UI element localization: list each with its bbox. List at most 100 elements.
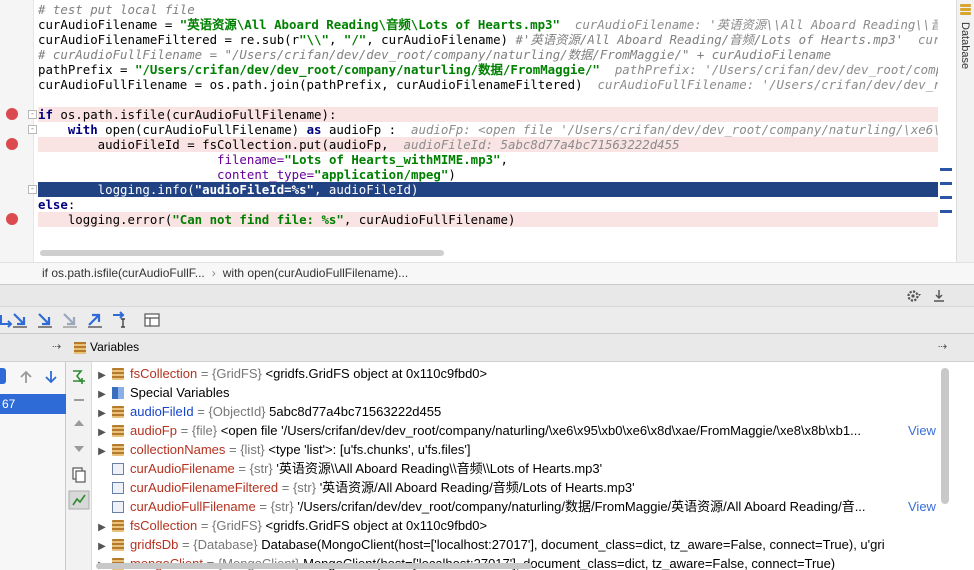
code-line[interactable]: content_type="application/mpeg") <box>38 167 938 182</box>
frames-panel: ⇢ 67 <box>0 334 66 570</box>
selected-frame[interactable]: 67 <box>0 394 66 414</box>
arrow-down-icon[interactable] <box>44 370 58 384</box>
editor-gutter[interactable]: - - - <box>0 0 37 262</box>
breakpoint-icon[interactable] <box>6 108 18 120</box>
expand-arrow-icon[interactable]: ▶ <box>92 404 112 421</box>
run-to-cursor-icon[interactable] <box>111 311 129 329</box>
code-line[interactable]: if os.path.isfile(curAudioFullFilename): <box>38 107 938 122</box>
variable-row[interactable]: curAudioFilenameFiltered = {str} '英语资源/A… <box>92 478 940 497</box>
code-token: curAudioFilename = <box>38 17 180 32</box>
arrow-up-icon[interactable] <box>19 370 33 384</box>
code-line[interactable]: audioFileId = fsCollection.put(audioFp, … <box>38 137 938 152</box>
variable-row[interactable]: curAudioFilename = {str} '英语资源\\All Aboa… <box>92 459 940 478</box>
code-token: logging.info( <box>38 182 195 197</box>
variable-type: {str} <box>249 461 273 476</box>
expand-arrow-icon[interactable]: ▶ <box>92 385 112 402</box>
equals-sign: = <box>255 499 271 514</box>
variable-value: <type 'list'>: [u'fs.chunks', u'fs.files… <box>268 442 471 457</box>
variable-type: {str} <box>292 480 317 495</box>
equals-sign: = <box>197 366 213 381</box>
object-type-icon <box>112 539 124 551</box>
panel-options-icon[interactable]: ⇢ <box>938 334 947 361</box>
breadcrumb: if os.path.isfile(curAudioFullF... › with … <box>0 262 974 284</box>
code-line[interactable]: else: <box>38 197 938 212</box>
code-editor[interactable]: - - - # test put local file curAudioFilen… <box>0 0 974 262</box>
variable-row[interactable]: ▶ audioFileId = {ObjectId} 5abc8d77a4bc71… <box>92 402 940 421</box>
code-line[interactable]: logging.error("Can not find file: %s", c… <box>38 212 938 227</box>
view-value-link[interactable]: View <box>906 497 936 516</box>
database-tab[interactable]: Database <box>959 22 971 69</box>
step-out-icon[interactable] <box>86 311 104 329</box>
database-icon[interactable] <box>960 4 971 18</box>
breakpoint-icon[interactable] <box>6 138 18 150</box>
variable-name: fsCollection <box>130 518 198 533</box>
evaluate-expression-icon[interactable] <box>143 311 161 329</box>
variable-row[interactable]: ▶ audioFp = {file} <open file '/Users/cri… <box>92 421 940 440</box>
code-token: "application/mpeg" <box>314 167 449 182</box>
variable-type: {GridFS} <box>212 366 262 381</box>
step-into-icon[interactable] <box>36 311 54 329</box>
fold-toggle-icon[interactable]: - <box>28 125 37 134</box>
variable-row[interactable]: ▶ gridfsDb = {Database} Database(MongoCli… <box>92 535 940 554</box>
variable-row[interactable]: ▶ Special Variables <box>92 383 940 402</box>
code-token: pathPrefix = <box>38 62 135 77</box>
code-line[interactable]: with open(curAudioFullFilename) as audio… <box>38 122 938 137</box>
copy-icon[interactable] <box>70 466 88 484</box>
inline-debug-value: curAudioFilename: '英语资源\\All Aboard Read… <box>574 17 938 32</box>
code-token: "\\" <box>299 32 329 47</box>
new-watch-icon[interactable] <box>70 368 88 386</box>
code-line[interactable]: curAudioFilenameFiltered = re.sub(r"\\",… <box>38 32 938 47</box>
editor-scroll-markers[interactable] <box>940 168 952 224</box>
code-token: os.path.isfile(curAudioFullFilename): <box>60 107 337 122</box>
code-line[interactable]: filename="Lots of Hearts_withMIME.mp3", <box>38 152 938 167</box>
panel-options-icon[interactable]: ⇢ <box>52 340 61 353</box>
variable-row[interactable]: ▶ collectionNames = {list} <type 'list'>:… <box>92 440 940 459</box>
code-line[interactable]: # test put local file <box>38 2 938 17</box>
fold-toggle-icon[interactable]: - <box>28 110 37 119</box>
view-value-link[interactable]: View <box>906 421 936 440</box>
string-type-icon <box>112 501 124 513</box>
step-into-my-code-icon[interactable] <box>61 311 79 329</box>
code-line[interactable]: # curAudioFullFilename = "/Users/crifan/… <box>38 47 938 62</box>
breadcrumb-item[interactable]: if os.path.isfile(curAudioFullF... <box>42 266 205 280</box>
variable-type: {str} <box>270 499 294 514</box>
thread-selector[interactable] <box>0 368 6 384</box>
code-line[interactable]: curAudioFullFilename = os.path.join(path… <box>38 77 938 92</box>
expand-arrow-icon[interactable]: ▶ <box>92 537 112 554</box>
expand-arrow-icon[interactable]: ▶ <box>92 423 112 440</box>
expand-arrow-icon[interactable]: ▶ <box>92 442 112 459</box>
code-line[interactable] <box>38 92 938 107</box>
code-content[interactable]: # test put local file curAudioFilename = … <box>38 2 938 252</box>
variable-row[interactable]: ▶ fsCollection = {GridFS} <gridfs.GridFS … <box>92 364 940 383</box>
variable-row[interactable]: ▶ fsCollection = {GridFS} <gridfs.GridFS … <box>92 516 940 535</box>
inline-debug-value: audioFileId: 5abc8d77a4bc71563222d455 <box>388 137 680 152</box>
expand-arrow-icon[interactable]: ▶ <box>92 518 112 535</box>
code-token: else <box>38 197 68 212</box>
view-as-array-icon[interactable] <box>68 490 90 510</box>
fold-toggle-icon[interactable]: - <box>28 185 37 194</box>
variable-name: gridfsDb <box>130 537 179 552</box>
breakpoint-icon[interactable] <box>6 213 18 225</box>
pin-icon[interactable] <box>932 289 946 303</box>
current-execution-line[interactable]: logging.info("audioFileId=%s", audioFile… <box>38 182 938 197</box>
remove-watch-icon[interactable] <box>71 393 87 407</box>
code-token: # test put local file <box>38 2 195 17</box>
variable-name: Special Variables <box>130 385 230 400</box>
breadcrumb-item[interactable]: with open(curAudioFullFilename)... <box>223 266 408 280</box>
variables-icon <box>74 342 86 354</box>
editor-horizontal-scrollbar[interactable] <box>40 250 444 256</box>
code-line[interactable]: pathPrefix = "/Users/crifan/dev/dev_root… <box>38 62 938 77</box>
expand-arrow-icon[interactable]: ▶ <box>92 366 112 383</box>
step-over-icon[interactable] <box>11 311 29 329</box>
variables-vertical-scrollbar[interactable] <box>941 368 949 504</box>
gear-icon[interactable] <box>906 289 922 303</box>
variable-type: {list} <box>240 442 265 457</box>
code-line[interactable]: curAudioFilename = "英语资源\All Aboard Read… <box>38 17 938 32</box>
move-down-icon[interactable] <box>71 442 87 456</box>
variables-horizontal-scrollbar[interactable] <box>96 563 532 569</box>
object-type-icon <box>112 425 124 437</box>
variable-row[interactable]: curAudioFullFilename = {str} '/Users/cri… <box>92 497 940 516</box>
code-token: with <box>67 122 106 137</box>
move-up-icon[interactable] <box>71 416 87 430</box>
